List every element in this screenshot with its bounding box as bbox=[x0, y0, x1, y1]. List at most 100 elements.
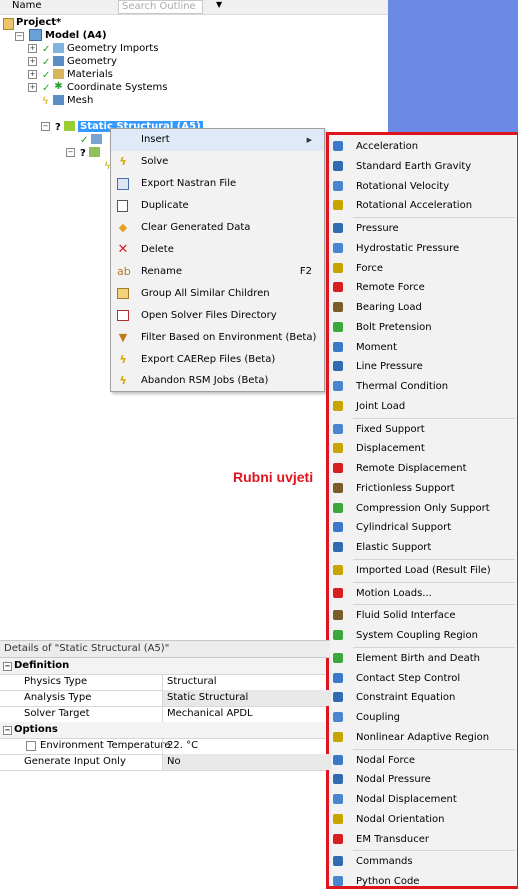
submenu-item-system-coupling-region[interactable]: System Coupling Region bbox=[329, 626, 517, 646]
submenu-item-em-transducer[interactable]: EM Transducer bbox=[329, 830, 517, 850]
outline-header: Name Search Outline ▼ bbox=[0, 0, 388, 15]
tree-item-project[interactable]: Project* bbox=[16, 16, 61, 29]
expand-icon[interactable]: + bbox=[28, 44, 37, 53]
details-group-definition[interactable]: − Definition bbox=[0, 658, 326, 675]
menu-separator bbox=[353, 748, 515, 750]
submenu-item-commands[interactable]: Commands bbox=[329, 852, 517, 872]
submenu-item-displacement[interactable]: Displacement bbox=[329, 439, 517, 459]
collapse-icon[interactable]: − bbox=[41, 122, 50, 131]
menu-item-clear-generated-data[interactable]: ◆ Clear Generated Data bbox=[111, 217, 324, 239]
group-label: Options bbox=[14, 724, 58, 735]
submenu-item-compression-only-support[interactable]: Compression Only Support bbox=[329, 499, 517, 519]
submenu-item-nodal-displacement[interactable]: Nodal Displacement bbox=[329, 790, 517, 810]
details-row[interactable]: Solver Target Mechanical APDL bbox=[0, 706, 326, 723]
submenu-item-label: Nodal Pressure bbox=[356, 774, 431, 786]
nodal-force-icon bbox=[333, 754, 343, 765]
lightning-icon: ϟ bbox=[42, 96, 49, 107]
details-row[interactable]: Generate Input Only No bbox=[0, 754, 331, 771]
submenu-item-nodal-orientation[interactable]: Nodal Orientation bbox=[329, 810, 517, 830]
collapse-icon[interactable]: − bbox=[15, 32, 24, 41]
submenu-item-label: Element Birth and Death bbox=[356, 652, 480, 664]
submenu-item-standard-earth-gravity[interactable]: Standard Earth Gravity bbox=[329, 157, 517, 177]
tree-item-child[interactable]: ✓ bbox=[80, 133, 105, 146]
submenu-item-coupling[interactable]: Coupling bbox=[329, 708, 517, 728]
menu-item-open-solver-dir[interactable]: Open Solver Files Directory bbox=[111, 305, 324, 327]
collapse-icon[interactable]: − bbox=[3, 726, 12, 735]
expand-icon[interactable]: + bbox=[28, 57, 37, 66]
submenu-item-joint-load[interactable]: Joint Load bbox=[329, 397, 517, 417]
tree-item-coordinate-systems[interactable]: ✓ ✱ Coordinate Systems bbox=[42, 81, 168, 95]
submenu-item-bearing-load[interactable]: Bearing Load bbox=[329, 298, 517, 318]
collapse-icon[interactable]: − bbox=[66, 148, 75, 157]
submenu-item-label: Elastic Support bbox=[356, 542, 432, 553]
details-row[interactable]: Physics Type Structural bbox=[0, 674, 326, 691]
submenu-item-label: Python Code bbox=[356, 876, 420, 887]
tree-item-geometry[interactable]: ✓ Geometry bbox=[42, 55, 117, 68]
submenu-item-label: Bearing Load bbox=[356, 302, 422, 313]
property-value[interactable]: 22. °C bbox=[162, 738, 331, 754]
graphics-viewport[interactable] bbox=[388, 0, 518, 132]
search-input[interactable]: Search Outline bbox=[118, 0, 203, 14]
details-row[interactable]: Environment Temperature 22. °C bbox=[0, 738, 326, 755]
tree-item-mesh[interactable]: ϟ Mesh bbox=[42, 94, 93, 107]
submenu-item-nodal-pressure[interactable]: Nodal Pressure bbox=[329, 770, 517, 790]
submenu-item-hydrostatic-pressure[interactable]: Hydrostatic Pressure bbox=[329, 239, 517, 259]
bolt-pretension-icon bbox=[333, 321, 343, 332]
details-row[interactable]: Analysis Type Static Structural bbox=[0, 690, 331, 707]
submenu-item-bolt-pretension[interactable]: Bolt Pretension bbox=[329, 318, 517, 338]
menu-item-delete[interactable]: ✕ Delete bbox=[111, 239, 324, 261]
submenu-item-label: Remote Displacement bbox=[356, 463, 467, 474]
tree-item-materials[interactable]: ✓ Materials bbox=[42, 68, 113, 81]
tree-item-geometry-imports[interactable]: ✓ Geometry Imports bbox=[42, 42, 158, 55]
submenu-item-remote-force[interactable]: Remote Force bbox=[329, 278, 517, 298]
submenu-item-element-birth-and-death[interactable]: Element Birth and Death bbox=[329, 649, 517, 669]
python-code-icon bbox=[333, 876, 343, 886]
chevron-down-icon[interactable]: ▼ bbox=[216, 0, 222, 9]
menu-item-group-similar[interactable]: Group All Similar Children bbox=[111, 283, 324, 305]
menu-item-filter-environment[interactable]: ▼ Filter Based on Environment (Beta) bbox=[111, 327, 324, 349]
submenu-item-elastic-support[interactable]: Elastic Support bbox=[329, 538, 517, 558]
submenu-item-nonlinear-adaptive-region[interactable]: Nonlinear Adaptive Region bbox=[329, 728, 517, 748]
submenu-item-constraint-equation[interactable]: Constraint Equation bbox=[329, 688, 517, 708]
menu-item-label: Insert bbox=[141, 134, 170, 145]
submenu-item-frictionless-support[interactable]: Frictionless Support bbox=[329, 479, 517, 499]
tree-item-solution[interactable]: ? bbox=[80, 146, 103, 159]
submenu-item-pressure[interactable]: Pressure bbox=[329, 219, 517, 239]
menu-item-abandon-rsm[interactable]: ϟ Abandon RSM Jobs (Beta) bbox=[111, 371, 324, 391]
thermal-condition-icon bbox=[333, 381, 343, 391]
property-value[interactable]: Mechanical APDL bbox=[162, 706, 331, 722]
submenu-item-acceleration[interactable]: Acceleration bbox=[329, 137, 517, 157]
submenu-item-python-code[interactable]: Python Code bbox=[329, 872, 517, 892]
submenu-item-thermal-condition[interactable]: Thermal Condition bbox=[329, 377, 517, 397]
submenu-item-nodal-force[interactable]: Nodal Force bbox=[329, 751, 517, 771]
menu-item-solve[interactable]: ϟ Solve bbox=[111, 151, 324, 173]
submenu-item-line-pressure[interactable]: Line Pressure bbox=[329, 357, 517, 377]
submenu-item-contact-step-control[interactable]: Contact Step Control bbox=[329, 669, 517, 689]
property-value[interactable]: Structural bbox=[162, 674, 331, 690]
menu-item-export-nastran[interactable]: Export Nastran File bbox=[111, 173, 324, 195]
menu-item-duplicate[interactable]: Duplicate bbox=[111, 195, 324, 217]
menu-item-export-caerep[interactable]: ϟ Export CAERep Files (Beta) bbox=[111, 349, 324, 371]
property-value[interactable]: No bbox=[162, 754, 331, 770]
property-value[interactable]: Static Structural bbox=[162, 690, 331, 706]
submenu-item-rotational-velocity[interactable]: Rotational Velocity bbox=[329, 177, 517, 197]
submenu-item-imported-load-result-file[interactable]: Imported Load (Result File) bbox=[329, 561, 517, 581]
submenu-item-remote-displacement[interactable]: Remote Displacement bbox=[329, 459, 517, 479]
submenu-item-force[interactable]: Force bbox=[329, 259, 517, 279]
menu-item-rename[interactable]: ab Rename F2 bbox=[111, 261, 324, 283]
submenu-item-rotational-acceleration[interactable]: Rotational Acceleration bbox=[329, 196, 517, 216]
menu-item-insert[interactable]: Insert ▶ bbox=[111, 129, 324, 151]
parameter-checkbox[interactable] bbox=[26, 741, 36, 751]
submenu-item-label: Cylindrical Support bbox=[356, 522, 452, 534]
expand-icon[interactable]: + bbox=[28, 83, 37, 92]
expand-icon[interactable]: + bbox=[28, 70, 37, 79]
submenu-item-fixed-support[interactable]: Fixed Support bbox=[329, 420, 517, 440]
submenu-item-motion-loads[interactable]: Motion Loads... bbox=[329, 584, 517, 604]
submenu-item-moment[interactable]: Moment bbox=[329, 338, 517, 358]
submenu-item-cylindrical-support[interactable]: Cylindrical Support bbox=[329, 518, 517, 538]
tree-item-model[interactable]: Model (A4) bbox=[29, 29, 107, 42]
analysis-settings-icon bbox=[91, 134, 102, 144]
submenu-item-fluid-solid-interface[interactable]: Fluid Solid Interface bbox=[329, 606, 517, 626]
collapse-icon[interactable]: − bbox=[3, 662, 12, 671]
details-group-options[interactable]: − Options bbox=[0, 722, 326, 739]
